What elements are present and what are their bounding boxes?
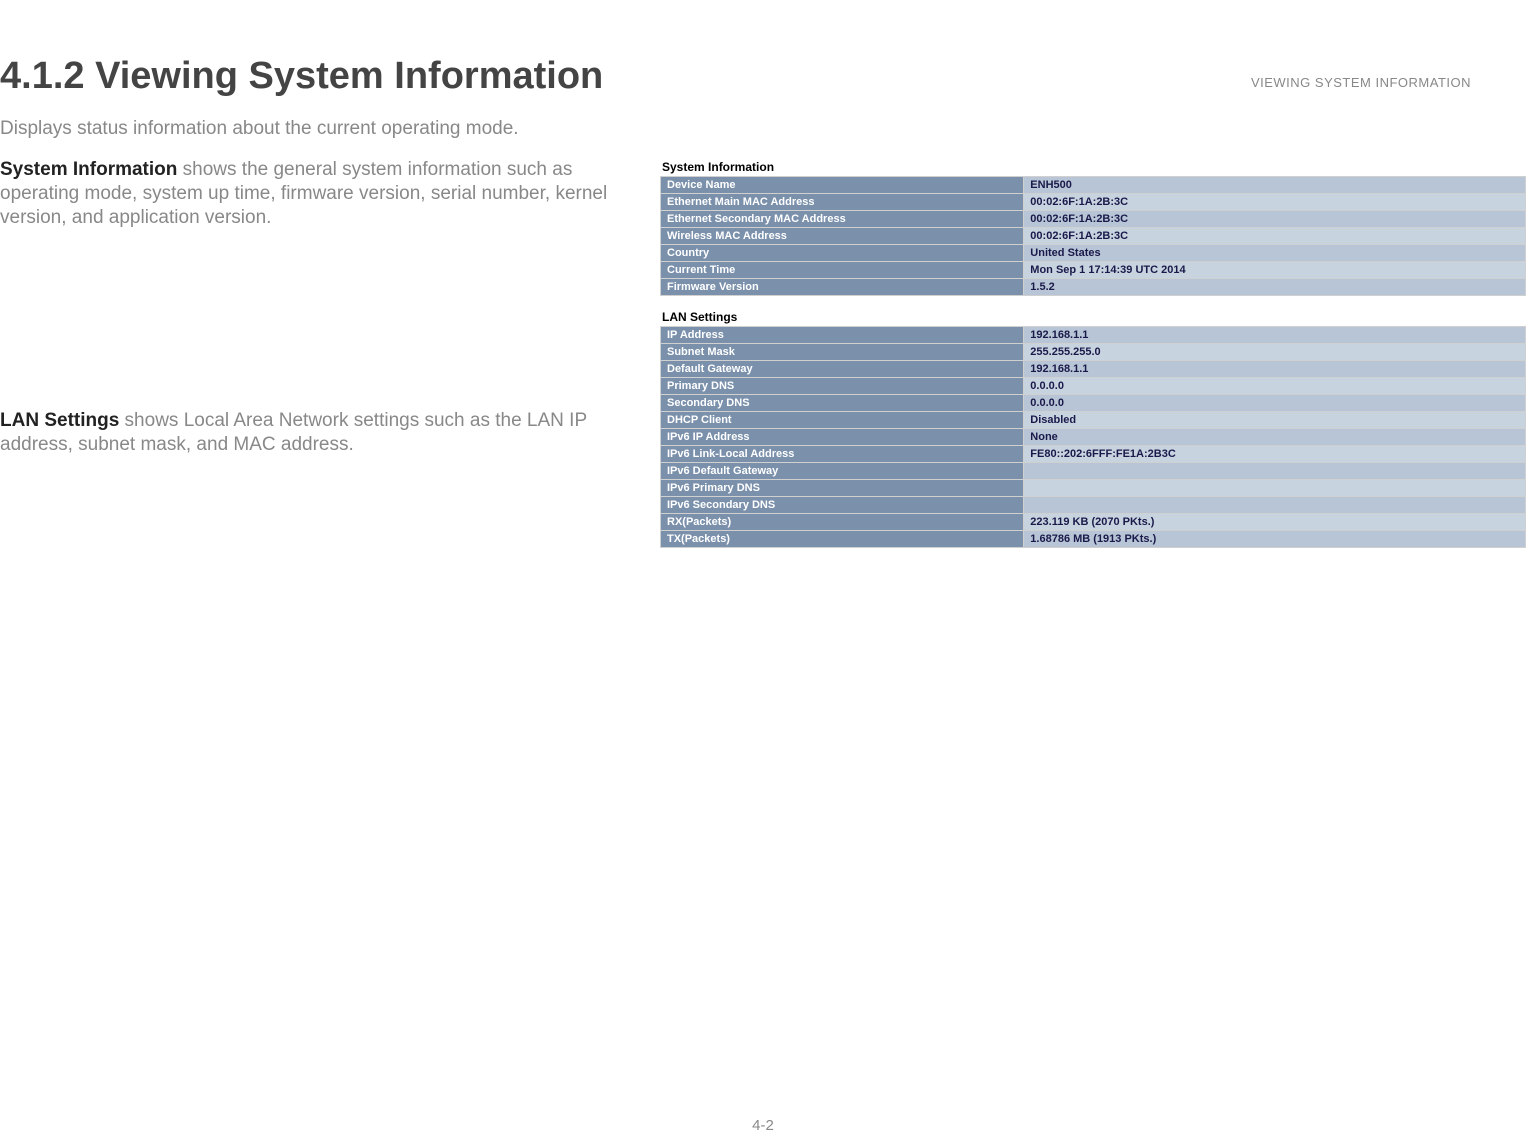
row-value: 00:02:6F:1A:2B:3C bbox=[1024, 211, 1526, 228]
row-label: TX(Packets) bbox=[661, 531, 1024, 548]
table-row: Ethernet Secondary MAC Address00:02:6F:1… bbox=[661, 211, 1526, 228]
row-label: Primary DNS bbox=[661, 378, 1024, 395]
row-value: 0.0.0.0 bbox=[1024, 378, 1526, 395]
row-label: Default Gateway bbox=[661, 361, 1024, 378]
intro-text: Displays status information about the cu… bbox=[0, 118, 1526, 140]
row-value bbox=[1024, 480, 1526, 497]
table-row: Wireless MAC Address00:02:6F:1A:2B:3C bbox=[661, 228, 1526, 245]
table-row: Primary DNS0.0.0.0 bbox=[661, 378, 1526, 395]
row-label: DHCP Client bbox=[661, 412, 1024, 429]
row-label: Secondary DNS bbox=[661, 395, 1024, 412]
table-row: DHCP ClientDisabled bbox=[661, 412, 1526, 429]
row-value: ENH500 bbox=[1024, 177, 1526, 194]
row-label: RX(Packets) bbox=[661, 514, 1024, 531]
row-label: Device Name bbox=[661, 177, 1024, 194]
table-row: TX(Packets)1.68786 MB (1913 PKts.) bbox=[661, 531, 1526, 548]
page-header-right: VIEWING SYSTEM INFORMATION bbox=[1251, 75, 1471, 90]
row-value bbox=[1024, 497, 1526, 514]
row-label: Firmware Version bbox=[661, 279, 1024, 296]
table-row: CountryUnited States bbox=[661, 245, 1526, 262]
table-row: IPv6 Default Gateway bbox=[661, 463, 1526, 480]
page-number: 4-2 bbox=[0, 1117, 1526, 1134]
row-value: 1.5.2 bbox=[1024, 279, 1526, 296]
row-value: 192.168.1.1 bbox=[1024, 361, 1526, 378]
table-row: Subnet Mask255.255.255.0 bbox=[661, 344, 1526, 361]
table-row: IPv6 Link-Local AddressFE80::202:6FFF:FE… bbox=[661, 446, 1526, 463]
row-label: IPv6 Default Gateway bbox=[661, 463, 1024, 480]
row-label: IPv6 IP Address bbox=[661, 429, 1024, 446]
table-row: IPv6 Secondary DNS bbox=[661, 497, 1526, 514]
row-label: Ethernet Secondary MAC Address bbox=[661, 211, 1024, 228]
row-value: None bbox=[1024, 429, 1526, 446]
table-row: IPv6 Primary DNS bbox=[661, 480, 1526, 497]
sysinfo-desc: System Information shows the general sys… bbox=[0, 158, 650, 229]
row-value: 223.119 KB (2070 PKts.) bbox=[1024, 514, 1526, 531]
row-label: Current Time bbox=[661, 262, 1024, 279]
table-row: Firmware Version1.5.2 bbox=[661, 279, 1526, 296]
sysinfo-desc-label: System Information bbox=[0, 159, 177, 180]
row-value: 1.68786 MB (1913 PKts.) bbox=[1024, 531, 1526, 548]
system-info-panel-title: System Information bbox=[662, 160, 1526, 174]
row-value: 192.168.1.1 bbox=[1024, 327, 1526, 344]
row-value: FE80::202:6FFF:FE1A:2B3C bbox=[1024, 446, 1526, 463]
row-value: 0.0.0.0 bbox=[1024, 395, 1526, 412]
table-row: RX(Packets)223.119 KB (2070 PKts.) bbox=[661, 514, 1526, 531]
lan-settings-panel-title: LAN Settings bbox=[662, 310, 1526, 324]
lan-desc-label: LAN Settings bbox=[0, 410, 119, 431]
table-row: Device NameENH500 bbox=[661, 177, 1526, 194]
row-label: IPv6 Link-Local Address bbox=[661, 446, 1024, 463]
lan-desc: LAN Settings shows Local Area Network se… bbox=[0, 409, 650, 457]
table-row: Ethernet Main MAC Address00:02:6F:1A:2B:… bbox=[661, 194, 1526, 211]
row-label: IP Address bbox=[661, 327, 1024, 344]
row-label: IPv6 Primary DNS bbox=[661, 480, 1024, 497]
lan-settings-table: IP Address192.168.1.1Subnet Mask255.255.… bbox=[660, 326, 1526, 548]
table-row: Default Gateway192.168.1.1 bbox=[661, 361, 1526, 378]
row-value bbox=[1024, 463, 1526, 480]
row-label: Wireless MAC Address bbox=[661, 228, 1024, 245]
row-value: 00:02:6F:1A:2B:3C bbox=[1024, 194, 1526, 211]
table-row: Current TimeMon Sep 1 17:14:39 UTC 2014 bbox=[661, 262, 1526, 279]
table-row: IPv6 IP AddressNone bbox=[661, 429, 1526, 446]
row-value: United States bbox=[1024, 245, 1526, 262]
row-label: Country bbox=[661, 245, 1024, 262]
table-row: Secondary DNS0.0.0.0 bbox=[661, 395, 1526, 412]
row-label: Ethernet Main MAC Address bbox=[661, 194, 1024, 211]
row-value: Mon Sep 1 17:14:39 UTC 2014 bbox=[1024, 262, 1526, 279]
row-label: IPv6 Secondary DNS bbox=[661, 497, 1024, 514]
table-row: IP Address192.168.1.1 bbox=[661, 327, 1526, 344]
row-value: 255.255.255.0 bbox=[1024, 344, 1526, 361]
row-value: Disabled bbox=[1024, 412, 1526, 429]
row-label: Subnet Mask bbox=[661, 344, 1024, 361]
system-info-table: Device NameENH500Ethernet Main MAC Addre… bbox=[660, 176, 1526, 296]
row-value: 00:02:6F:1A:2B:3C bbox=[1024, 228, 1526, 245]
